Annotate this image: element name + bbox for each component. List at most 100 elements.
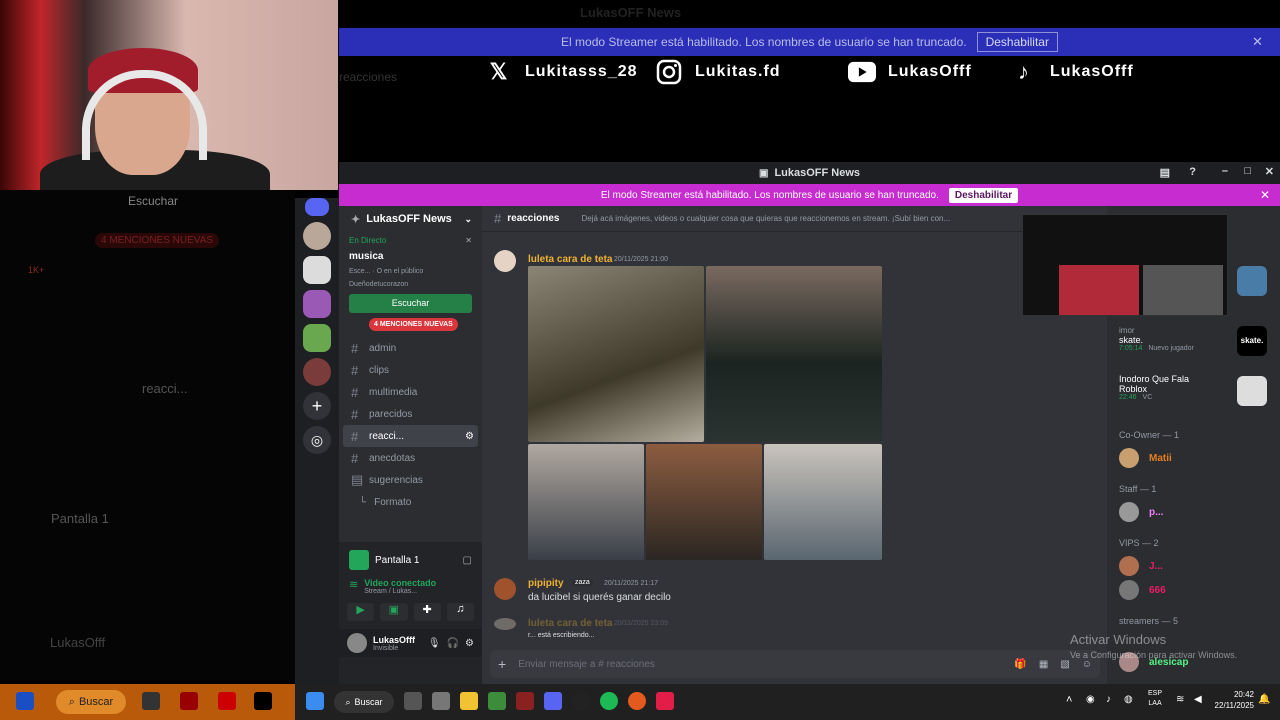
- channel-parecidos[interactable]: # parecidos: [339, 403, 482, 425]
- discover-icon[interactable]: ◎: [303, 426, 331, 454]
- minimize-icon[interactable]: –: [1222, 165, 1228, 177]
- member-item[interactable]: Matii: [1107, 448, 1280, 468]
- app-icon[interactable]: [572, 692, 590, 710]
- channel-admin[interactable]: # admin: [339, 337, 482, 359]
- hash-icon: #: [351, 428, 359, 444]
- member-name: p...: [1149, 506, 1164, 518]
- help-icon[interactable]: ?: [1189, 166, 1196, 178]
- thread-formato[interactable]: └ Formato: [339, 491, 482, 513]
- attachment-image[interactable]: [706, 266, 882, 442]
- stream-preview[interactable]: [1022, 214, 1228, 316]
- activity-card[interactable]: imor skate. 7:05:14 Nuevo jugador: [1119, 326, 1229, 352]
- tiktok-app-icon[interactable]: [656, 692, 674, 710]
- wifi-icon[interactable]: ≋: [1176, 694, 1184, 705]
- inbox-icon[interactable]: ▤: [1160, 166, 1170, 179]
- discord-logo-icon: ▣: [758, 167, 769, 179]
- avatar[interactable]: [347, 633, 367, 653]
- member-item[interactable]: J...: [1107, 556, 1280, 576]
- task-view-icon[interactable]: [404, 692, 422, 710]
- spotify-icon[interactable]: [600, 692, 618, 710]
- forum-sugerencias[interactable]: ▤ sugerencias: [339, 469, 482, 491]
- mic-tray-icon[interactable]: ♪: [1106, 694, 1111, 705]
- activity-thumbnail: [1237, 266, 1267, 296]
- top-banner-close-icon[interactable]: ✕: [1252, 34, 1263, 50]
- app-icon[interactable]: [432, 692, 450, 710]
- add-attachment-icon[interactable]: +: [498, 656, 506, 672]
- app-icon: [218, 692, 236, 710]
- message-author[interactable]: luleta cara de teta: [528, 618, 612, 629]
- screen-share-icon[interactable]: ▣: [380, 603, 408, 621]
- home-icon[interactable]: [305, 198, 329, 216]
- x-icon: 𝕏: [489, 59, 509, 84]
- maximize-icon[interactable]: □: [1244, 165, 1251, 177]
- windows-start-icon[interactable]: [306, 692, 324, 710]
- message-author[interactable]: luleta cara de teta: [528, 254, 612, 265]
- add-server-icon[interactable]: +: [303, 392, 331, 420]
- chat-channel-name: reacciones: [507, 213, 560, 224]
- server-icon-active[interactable]: [303, 256, 331, 284]
- soundboard-icon[interactable]: ♫: [446, 603, 474, 621]
- mic-icon[interactable]: 🎙: [428, 638, 441, 649]
- message-author[interactable]: pipipity: [528, 578, 564, 589]
- gif-icon[interactable]: ▦: [1039, 659, 1048, 670]
- tray-app-icon[interactable]: ◉: [1086, 694, 1095, 705]
- server-icon[interactable]: [303, 290, 331, 318]
- listen-button[interactable]: Escuchar: [349, 294, 472, 313]
- group-title: streamers — 5: [1119, 616, 1179, 626]
- channel-clips[interactable]: # clips: [339, 359, 482, 381]
- disable-streamer-button[interactable]: Deshabilitar: [948, 187, 1019, 203]
- activity-time: 22:46: [1119, 394, 1137, 401]
- opera-icon[interactable]: [628, 692, 646, 710]
- file-explorer-icon[interactable]: [460, 692, 478, 710]
- volume-icon[interactable]: ◀: [1194, 694, 1202, 705]
- search-box[interactable]: ⌕ Buscar: [334, 691, 394, 713]
- attachment-image[interactable]: [528, 444, 644, 560]
- channel-multimedia[interactable]: # multimedia: [339, 381, 482, 403]
- stage-close-icon[interactable]: ✕: [465, 236, 472, 245]
- network-icon[interactable]: ◍: [1124, 694, 1133, 705]
- sticker-icon[interactable]: ▧: [1060, 659, 1069, 670]
- popout-icon[interactable]: ▢: [463, 555, 472, 566]
- thread-branch-icon: └: [359, 496, 367, 508]
- server-icon[interactable]: [303, 358, 331, 386]
- top-banner-button[interactable]: Deshabilitar: [976, 32, 1058, 52]
- server-icon[interactable]: [303, 324, 331, 352]
- activities-icon[interactable]: ✚: [413, 603, 441, 621]
- settings-icon[interactable]: ⚙: [465, 431, 474, 442]
- emoji-icon[interactable]: ☺: [1082, 659, 1092, 670]
- avatar[interactable]: [494, 250, 516, 272]
- member-item[interactable]: 666: [1107, 580, 1280, 600]
- language-indicator[interactable]: ESP LAA: [1148, 689, 1162, 709]
- attachment-image[interactable]: [646, 444, 762, 560]
- minecraft-icon[interactable]: [488, 692, 506, 710]
- avatar[interactable]: [494, 578, 516, 600]
- gift-icon[interactable]: 🎁: [1014, 659, 1026, 670]
- attachment-image[interactable]: [764, 444, 882, 560]
- notification-bell-icon[interactable]: 🔔: [1258, 694, 1270, 705]
- clock[interactable]: 20:42 22/11/2025: [1208, 689, 1254, 711]
- server-icon[interactable]: [303, 222, 331, 250]
- avatar: [1119, 556, 1139, 576]
- server-header[interactable]: ✦ LukasOFF News ⌄: [339, 206, 482, 232]
- top-streamer-banner: El modo Streamer está habilitado. Los no…: [339, 28, 1280, 56]
- app-icon[interactable]: [516, 692, 534, 710]
- channel-reacciones[interactable]: # reacci... ⚙: [343, 425, 478, 447]
- member-item[interactable]: p...: [1107, 502, 1280, 522]
- faint-title: LukasOFF News: [580, 5, 682, 20]
- activity-card[interactable]: Inodoro Que Fala Roblox 22:46 VC: [1119, 374, 1229, 401]
- channel-anecdotas[interactable]: # anecdotas: [339, 447, 482, 469]
- server-name: LukasOFF News: [366, 213, 452, 225]
- new-mentions-pill[interactable]: 4 MENCIONES NUEVAS: [369, 318, 458, 331]
- discord-icon[interactable]: [544, 692, 562, 710]
- camera-icon[interactable]: ▶: [347, 603, 375, 621]
- message-input[interactable]: + Enviar mensaje a # reacciones 🎁 ▦ ▧ ☺: [490, 650, 1100, 678]
- attachment-image[interactable]: [528, 266, 704, 442]
- screen-share-row[interactable]: Pantalla 1 ▢: [339, 542, 482, 578]
- tray-chevron-icon[interactable]: ˄: [1066, 694, 1072, 706]
- avatar[interactable]: [494, 618, 516, 630]
- streamer-banner-close-icon[interactable]: ✕: [1260, 188, 1270, 202]
- close-icon[interactable]: ✕: [1265, 165, 1274, 178]
- activity-time: 7:05:14: [1119, 345, 1143, 352]
- headphones-icon[interactable]: 🎧: [447, 638, 459, 649]
- gear-icon[interactable]: ⚙: [465, 638, 474, 649]
